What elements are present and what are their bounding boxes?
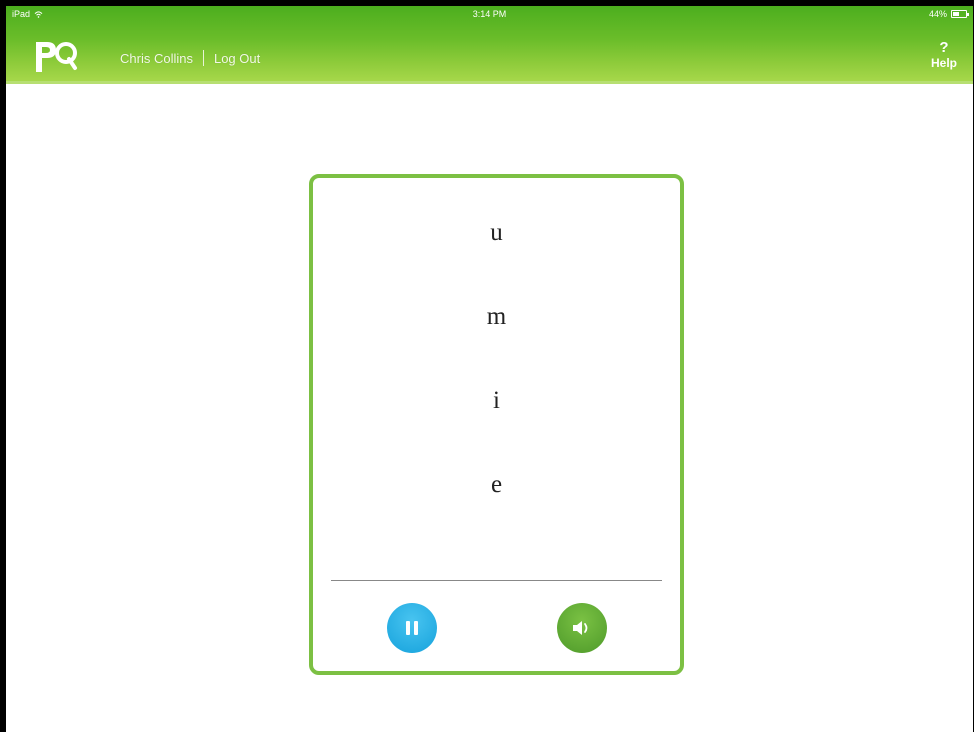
sound-button[interactable]: [557, 603, 607, 653]
pause-button[interactable]: [387, 603, 437, 653]
app-logo: [36, 42, 77, 72]
help-label: Help: [930, 56, 957, 70]
logout-link[interactable]: Log Out: [214, 51, 260, 66]
status-left: iPad: [12, 9, 43, 19]
help-icon: ?: [939, 39, 949, 56]
status-right: 44%: [928, 9, 969, 19]
letter-item: m: [486, 303, 507, 330]
user-name[interactable]: Chris Collins: [120, 51, 193, 66]
app-header: iPad 3:14 PM 44% Chris Collins Log Out ?…: [6, 6, 973, 84]
speaker-icon: [573, 621, 588, 635]
wifi-icon: [34, 10, 43, 18]
letter-list: u m i e: [313, 218, 680, 554]
status-bar: iPad 3:14 PM 44%: [6, 6, 973, 22]
pause-icon: [406, 621, 418, 635]
device-label: iPad: [12, 9, 31, 19]
user-nav: Chris Collins Log Out: [120, 50, 260, 66]
card-divider: [331, 580, 662, 581]
letter-item: e: [490, 471, 503, 498]
status-time: 3:14 PM: [472, 9, 507, 19]
battery-icon: [951, 10, 969, 18]
letter-item: i: [493, 387, 500, 414]
letter-card: u m i e: [309, 174, 684, 675]
help-button[interactable]: ? Help: [927, 39, 961, 71]
letter-item: u: [490, 219, 503, 246]
nav-divider: [202, 50, 204, 66]
battery-percent: 44%: [928, 9, 947, 19]
